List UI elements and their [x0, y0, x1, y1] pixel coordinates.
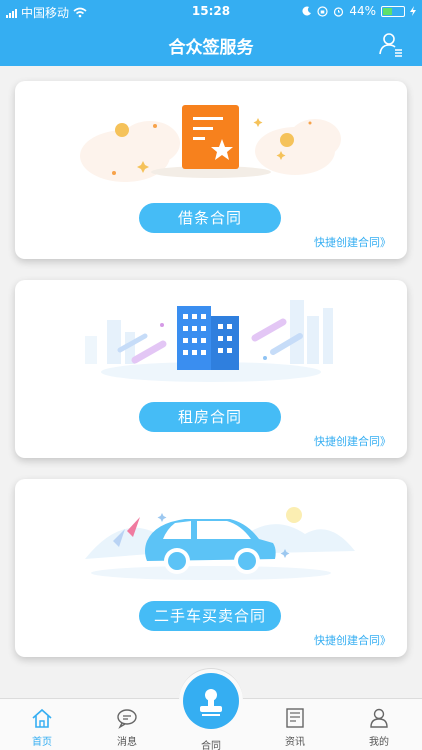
alarm-icon: [334, 6, 344, 17]
card-used-car-contract[interactable]: 二手车买卖合同 快捷创建合同》: [15, 479, 407, 657]
tab-home-label: 首页: [32, 737, 52, 748]
car-icon: [85, 507, 355, 580]
contract-button-circle: [183, 673, 239, 729]
status-bar: 中国移动 15:28 44%: [0, 0, 422, 22]
building-icon: [85, 300, 333, 382]
tab-news[interactable]: 资讯: [265, 707, 325, 748]
card-loan-contract[interactable]: 借条合同 快捷创建合同》: [15, 81, 407, 259]
quick-create-link[interactable]: 快捷创建合同》: [314, 433, 391, 449]
home-icon: [32, 708, 52, 728]
tab-mine-label: 我的: [369, 737, 389, 748]
status-right: 44%: [302, 4, 416, 18]
tab-contract-label: 合同: [201, 741, 221, 750]
page-title: 合众签服务: [168, 38, 254, 58]
loan-contract-button[interactable]: 借条合同: [139, 203, 281, 233]
moon-icon: [302, 6, 312, 16]
charging-icon: [410, 6, 416, 16]
tab-messages-label: 消息: [117, 737, 137, 748]
tab-messages[interactable]: 消息: [97, 707, 157, 748]
news-icon: [286, 708, 304, 728]
tab-news-label: 资讯: [285, 737, 305, 748]
tab-contract[interactable]: [179, 668, 243, 732]
battery-percent: 44%: [349, 4, 376, 18]
nav-bar: 合众签服务: [0, 22, 422, 66]
battery-icon: [381, 5, 405, 17]
person-icon: [370, 708, 388, 728]
rotation-lock-icon: [317, 5, 328, 17]
user-list-icon: [379, 33, 402, 57]
quick-create-link[interactable]: 快捷创建合同》: [314, 234, 391, 250]
message-icon: [117, 709, 137, 729]
document-star-icon: [80, 105, 341, 182]
tab-mine[interactable]: 我的: [349, 707, 409, 748]
rental-contract-button[interactable]: 租房合同: [139, 402, 281, 432]
quick-create-link[interactable]: 快捷创建合同》: [314, 632, 391, 648]
used-car-contract-button[interactable]: 二手车买卖合同: [139, 601, 281, 631]
card-rental-contract[interactable]: 租房合同 快捷创建合同》: [15, 280, 407, 458]
stamp-icon: [200, 689, 222, 716]
tab-home[interactable]: 首页: [12, 707, 72, 748]
user-list-button[interactable]: [378, 31, 404, 57]
